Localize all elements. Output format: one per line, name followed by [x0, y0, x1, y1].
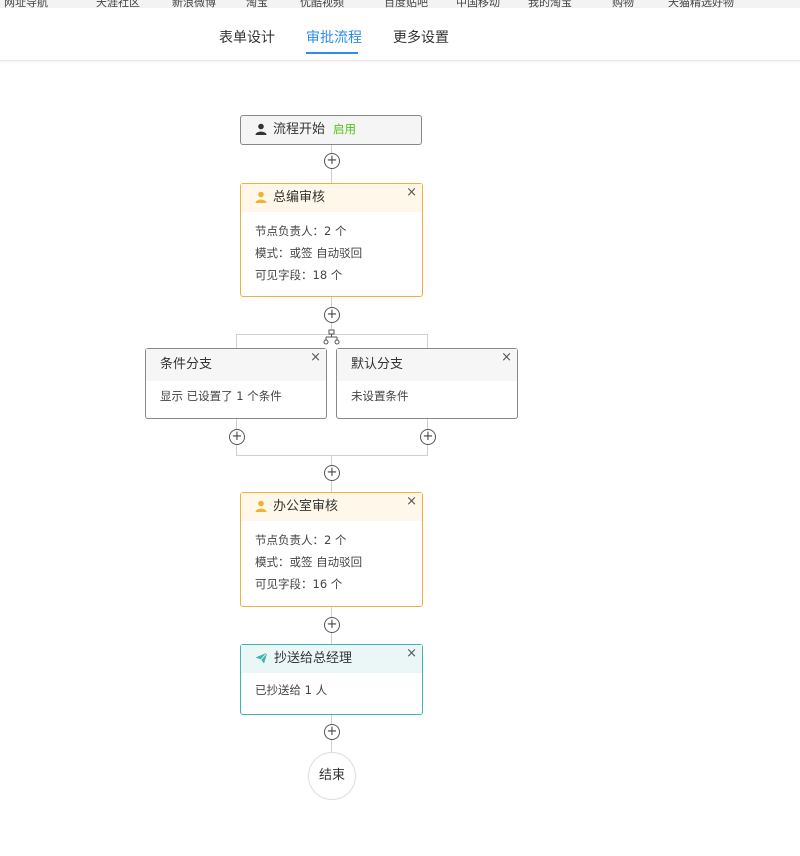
- node-owner-count: 节点负责人：2 个: [255, 224, 347, 238]
- branch-condition-text: 显示 已设置了 1 个条件: [160, 389, 282, 403]
- tab-approval-flow[interactable]: 审批流程: [306, 27, 362, 47]
- add-node-button[interactable]: +: [324, 724, 340, 740]
- plus-icon: +: [326, 307, 338, 322]
- bookmark-item[interactable]: 我的淘宝: [528, 0, 572, 8]
- plus-icon: +: [326, 724, 338, 739]
- bookmark-item[interactable]: 百度贴吧: [384, 0, 428, 8]
- bookmark-bar: 网址导航 天涯社区 新浪微博 淘宝 优酷视频 百度贴吧 中国移动 我的淘宝 购物…: [0, 0, 800, 8]
- plus-icon: +: [231, 429, 243, 444]
- user-icon: [255, 123, 267, 135]
- node-owner-count: 节点负责人：2 个: [255, 533, 347, 547]
- tab-bar: 表单设计 审批流程 更多设置: [0, 8, 800, 61]
- node-title: 抄送给总经理: [274, 651, 353, 666]
- approver-icon: [255, 191, 267, 203]
- default-branch-node[interactable]: 默认分支 × 未设置条件: [336, 348, 518, 419]
- plus-icon: +: [326, 465, 338, 480]
- end-label: 结束: [318, 768, 345, 783]
- branch-condition-text: 未设置条件: [351, 389, 409, 403]
- cc-summary: 已抄送给 1 人: [255, 683, 328, 697]
- node-title: 条件分支: [160, 357, 213, 372]
- branch-bottom-line: [236, 455, 428, 456]
- node-title: 办公室审核: [273, 499, 339, 514]
- approver-icon: [255, 500, 267, 512]
- approver-node[interactable]: 办公室审核 × 节点负责人：2 个 模式：或签 自动驳回 可见字段：16 个: [240, 492, 423, 607]
- bookmark-item[interactable]: 中国移动: [456, 0, 500, 8]
- cc-node[interactable]: 抄送给总经理 × 已抄送给 1 人: [240, 644, 423, 715]
- close-icon[interactable]: ×: [501, 350, 512, 366]
- start-label: 流程开始: [273, 122, 326, 137]
- bookmark-item[interactable]: 优酷视频: [300, 0, 344, 8]
- start-status-badge: 启用: [333, 122, 357, 136]
- plus-icon: +: [326, 617, 338, 632]
- node-visible-fields: 可见字段：16 个: [255, 577, 343, 591]
- flow-end-node: 结束: [308, 752, 356, 800]
- add-branch-icon[interactable]: [323, 329, 340, 345]
- node-mode: 模式：或签 自动驳回: [255, 246, 363, 260]
- connector: [427, 334, 428, 349]
- close-icon[interactable]: ×: [406, 646, 417, 662]
- plus-icon: +: [326, 153, 338, 168]
- node-visible-fields: 可见字段：18 个: [255, 268, 343, 282]
- add-node-button[interactable]: +: [324, 465, 340, 481]
- add-node-button[interactable]: +: [229, 429, 245, 445]
- send-icon: [255, 652, 268, 664]
- tab-form-design[interactable]: 表单设计: [219, 27, 275, 47]
- add-node-button[interactable]: +: [324, 617, 340, 633]
- bookmark-item[interactable]: 天猫精选好物: [668, 0, 734, 8]
- bookmark-item[interactable]: 淘宝: [246, 0, 268, 8]
- bookmark-item[interactable]: 购物: [612, 0, 634, 8]
- bookmark-item[interactable]: 新浪微博: [172, 0, 216, 8]
- add-node-button[interactable]: +: [420, 429, 436, 445]
- plus-icon: +: [422, 429, 434, 444]
- bookmark-item[interactable]: 天涯社区: [96, 0, 140, 8]
- active-tab-indicator: [306, 52, 358, 54]
- close-icon[interactable]: ×: [310, 350, 321, 366]
- close-icon[interactable]: ×: [406, 494, 417, 510]
- flow-start-node[interactable]: 流程开始 启用: [240, 115, 422, 145]
- add-node-button[interactable]: +: [324, 153, 340, 169]
- bookmark-item[interactable]: 网址导航: [4, 0, 48, 8]
- tab-more-settings[interactable]: 更多设置: [393, 27, 449, 47]
- node-mode: 模式：或签 自动驳回: [255, 555, 363, 569]
- connector: [236, 334, 237, 349]
- node-title: 默认分支: [351, 357, 404, 372]
- approver-node[interactable]: 总编审核 × 节点负责人：2 个 模式：或签 自动驳回 可见字段：18 个: [240, 183, 423, 297]
- close-icon[interactable]: ×: [406, 185, 417, 201]
- node-title: 总编审核: [273, 190, 326, 205]
- add-node-button[interactable]: +: [324, 307, 340, 323]
- condition-branch-node[interactable]: 条件分支 × 显示 已设置了 1 个条件: [145, 348, 327, 419]
